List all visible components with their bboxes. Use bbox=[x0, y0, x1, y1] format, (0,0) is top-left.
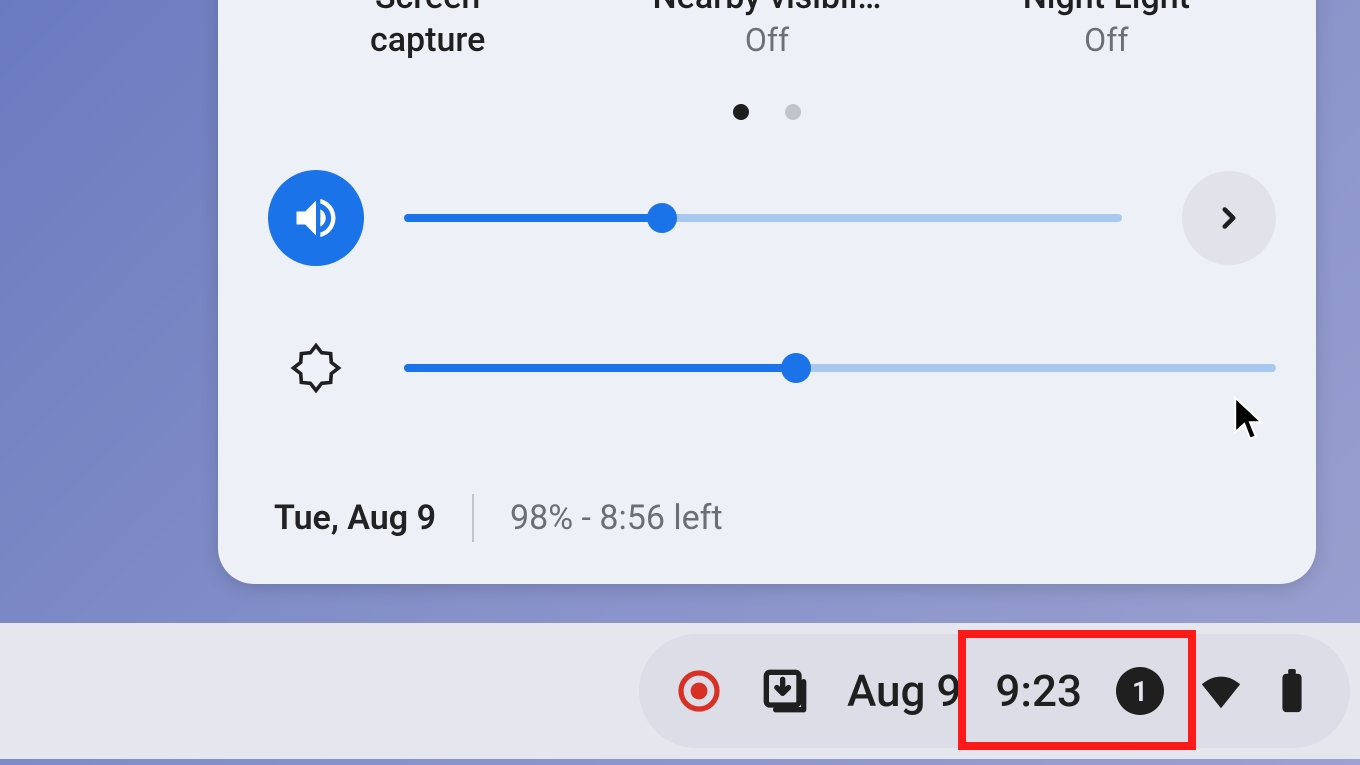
page-dot-2[interactable] bbox=[785, 104, 801, 120]
page-dot-1[interactable] bbox=[733, 104, 749, 120]
volume-slider[interactable] bbox=[404, 214, 1122, 222]
toggle-screen-capture[interactable]: Screen capture bbox=[278, 0, 578, 63]
toggle-label: Night Light bbox=[956, 0, 1256, 19]
quick-settings-panel: Screen capture Nearby visibil… Off Night… bbox=[218, 0, 1316, 584]
toggle-label: Screen capture bbox=[278, 0, 578, 61]
shelf: Aug 9 9:23 1 bbox=[0, 623, 1360, 759]
volume-row bbox=[268, 170, 1276, 266]
panel-date[interactable]: Tue, Aug 9 bbox=[274, 498, 436, 538]
wifi-icon bbox=[1198, 668, 1244, 714]
toggle-nearby-visibility[interactable]: Nearby visibil… Off bbox=[617, 0, 917, 63]
volume-thumb[interactable] bbox=[647, 203, 677, 233]
tote-download-icon[interactable] bbox=[757, 663, 813, 719]
brightness-fill bbox=[404, 364, 796, 372]
toggle-sub: Off bbox=[956, 21, 1256, 59]
volume-icon[interactable] bbox=[268, 170, 364, 266]
shelf-time: 9:23 bbox=[995, 665, 1082, 717]
brightness-row bbox=[268, 320, 1276, 416]
status-area[interactable]: Aug 9 9:23 1 bbox=[639, 634, 1350, 748]
panel-battery-text[interactable]: 98% - 8:56 left bbox=[510, 498, 723, 538]
volume-fill bbox=[404, 214, 662, 222]
quick-toggles-row: Screen capture Nearby visibil… Off Night… bbox=[218, 0, 1316, 63]
battery-icon bbox=[1278, 668, 1306, 714]
pagination-dots[interactable] bbox=[218, 104, 1316, 120]
notification-badge[interactable]: 1 bbox=[1116, 667, 1164, 715]
footer-separator bbox=[472, 494, 474, 542]
brightness-icon bbox=[268, 320, 364, 416]
toggle-night-light[interactable]: Night Light Off bbox=[956, 0, 1256, 63]
panel-footer: Tue, Aug 9 98% - 8:56 left bbox=[274, 494, 723, 542]
shelf-date: Aug 9 bbox=[847, 665, 961, 717]
brightness-slider[interactable] bbox=[404, 364, 1276, 372]
toggle-sub: Off bbox=[617, 21, 917, 59]
toggle-label: Nearby visibil… bbox=[617, 0, 917, 19]
chevron-right-icon bbox=[1212, 201, 1246, 235]
stop-capture-icon[interactable] bbox=[675, 667, 723, 715]
brightness-thumb[interactable] bbox=[781, 353, 811, 383]
audio-settings-button[interactable] bbox=[1182, 171, 1276, 265]
